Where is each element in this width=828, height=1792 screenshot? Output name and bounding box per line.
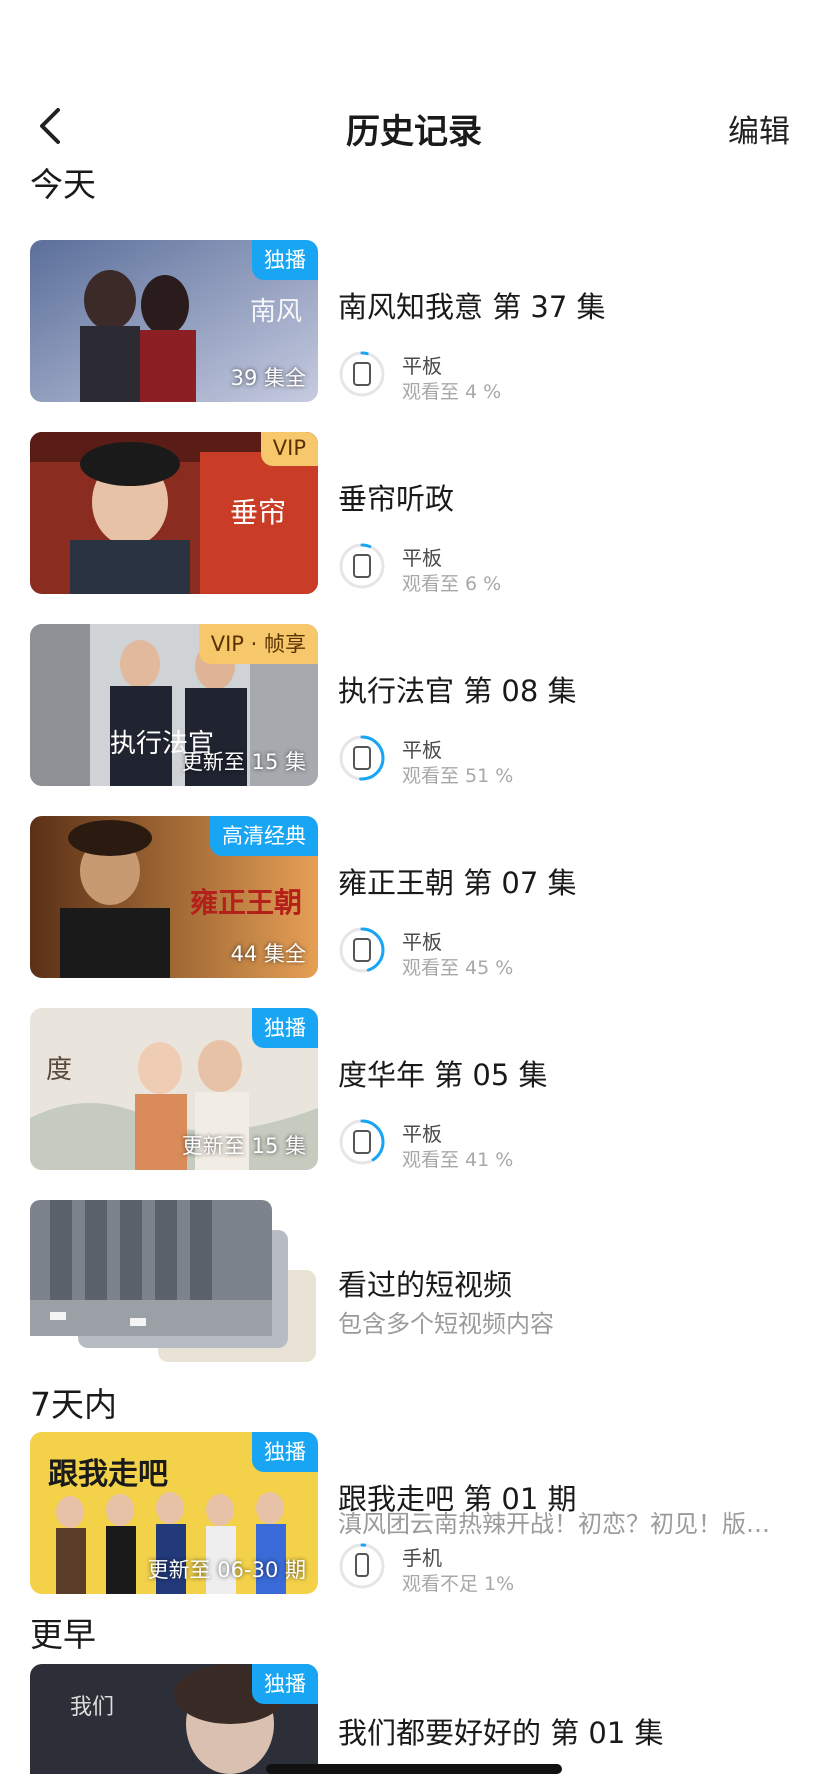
- tablet-icon: [339, 351, 385, 397]
- device-progress-ring: [338, 926, 386, 974]
- thumbnail: 垂帘 VIP: [30, 432, 318, 594]
- svg-text:度: 度: [46, 1055, 72, 1085]
- badge: 独播: [252, 240, 318, 280]
- episode-count: 39 集全: [230, 366, 306, 390]
- tablet-icon: [339, 927, 385, 973]
- svg-text:雍正王朝: 雍正王朝: [190, 886, 302, 919]
- watch-progress: 观看至 51 %: [402, 765, 514, 787]
- watch-progress: 观看至 6 %: [402, 573, 502, 595]
- item-title: 我们都要好好的 第 01 集: [338, 1716, 664, 1750]
- device-name: 平板: [402, 738, 442, 762]
- watch-progress: 观看至 45 %: [402, 957, 514, 979]
- item-title: 度华年 第 05 集: [338, 1058, 548, 1092]
- item-title: 雍正王朝 第 07 集: [338, 866, 577, 900]
- svg-text:跟我走吧: 跟我走吧: [48, 1457, 168, 1492]
- tablet-icon: [339, 1119, 385, 1165]
- section-7-days: 7天内: [30, 1385, 117, 1424]
- device-progress-ring: [338, 1118, 386, 1166]
- svg-text:南风: 南风: [250, 297, 302, 327]
- short-video-history-item[interactable]: 看过的短视频 包含多个短视频内容: [30, 1200, 800, 1362]
- thumbnail: 雍正王朝 高清经典 44 集全: [30, 816, 318, 978]
- history-item[interactable]: 度 独播 更新至 15 集 度华年 第 05 集 平板 观看至 41 %: [30, 1008, 800, 1171]
- edit-button[interactable]: 编辑: [728, 106, 790, 151]
- episode-count: 更新至 15 集: [181, 750, 306, 774]
- header: 历史记录 编辑: [0, 90, 828, 162]
- badge: VIP: [260, 432, 318, 466]
- stacked-poster-image: [30, 1200, 316, 1362]
- device-name: 平板: [402, 1122, 442, 1146]
- page-title: 历史记录: [346, 112, 482, 152]
- device-progress-ring: [338, 350, 386, 398]
- badge: VIP · 帧享: [198, 624, 318, 664]
- item-subtitle: 滇风团云南热辣开战！初恋？初见！版…: [338, 1510, 770, 1538]
- episode-count: 更新至 06-30 期: [147, 1558, 306, 1582]
- device-progress-ring: [338, 542, 386, 590]
- device-progress-ring: [338, 734, 386, 782]
- history-item[interactable]: 雍正王朝 高清经典 44 集全 雍正王朝 第 07 集 平板 观看至 45 %: [30, 816, 800, 979]
- tablet-icon: [339, 735, 385, 781]
- history-item[interactable]: 垂帘 VIP 垂帘听政 平板 观看至 6 %: [30, 432, 800, 595]
- item-title: 垂帘听政: [338, 482, 455, 516]
- badge: 独播: [252, 1432, 318, 1472]
- history-item[interactable]: 跟我走吧 独播 更新至 06-30 期 跟我走吧 第 01 期 滇风团云南热辣开…: [30, 1432, 800, 1595]
- item-subtitle: 包含多个短视频内容: [338, 1310, 554, 1338]
- badge: 独播: [252, 1008, 318, 1048]
- episode-count: 更新至 15 集: [181, 1134, 306, 1158]
- history-item[interactable]: 南风 独播 39 集全 南风知我意 第 37 集 平板 观看至 4 %: [30, 240, 800, 403]
- thumbnail: 度 独播 更新至 15 集: [30, 1008, 318, 1170]
- tablet-icon: [339, 543, 385, 589]
- device-name: 平板: [402, 546, 442, 570]
- thumbnail: 南风 独播 39 集全: [30, 240, 318, 402]
- thumbnail: 执行法官 VIP · 帧享 更新至 15 集: [30, 624, 318, 786]
- watch-progress: 观看不足 1%: [402, 1573, 515, 1595]
- svg-text:我们: 我们: [70, 1695, 114, 1720]
- watch-progress: 观看至 4 %: [402, 381, 502, 403]
- history-item[interactable]: 执行法官 VIP · 帧享 更新至 15 集 执行法官 第 08 集 平板 观看…: [30, 624, 800, 787]
- home-indicator[interactable]: [266, 1764, 562, 1774]
- device-name: 平板: [402, 930, 442, 954]
- stacked-thumbnails: [30, 1200, 318, 1362]
- device-name: 平板: [402, 354, 442, 378]
- watch-progress: 观看至 41 %: [402, 1149, 514, 1171]
- thumbnail: 跟我走吧 独播 更新至 06-30 期: [30, 1432, 318, 1594]
- item-title: 执行法官 第 08 集: [338, 674, 577, 708]
- episode-count: 44 集全: [230, 942, 306, 966]
- section-earlier: 更早: [30, 1615, 96, 1654]
- badge: 独播: [252, 1664, 318, 1704]
- device-progress-ring: [338, 1542, 386, 1590]
- history-page: 历史记录 编辑 今天 南风 独播 39 集全 南风知我意 第 37 集 平板 观…: [0, 0, 828, 1792]
- section-today: 今天: [30, 165, 96, 204]
- item-title: 南风知我意 第 37 集: [338, 290, 606, 324]
- device-name: 手机: [402, 1546, 442, 1570]
- item-title: 看过的短视频: [338, 1268, 513, 1302]
- history-item[interactable]: 我们 独播 我们都要好好的 第 01 集: [30, 1664, 800, 1774]
- thumbnail: 我们 独播: [30, 1664, 318, 1774]
- phone-icon: [339, 1543, 385, 1589]
- svg-text:垂帘: 垂帘: [230, 496, 286, 529]
- badge: 高清经典: [210, 816, 318, 856]
